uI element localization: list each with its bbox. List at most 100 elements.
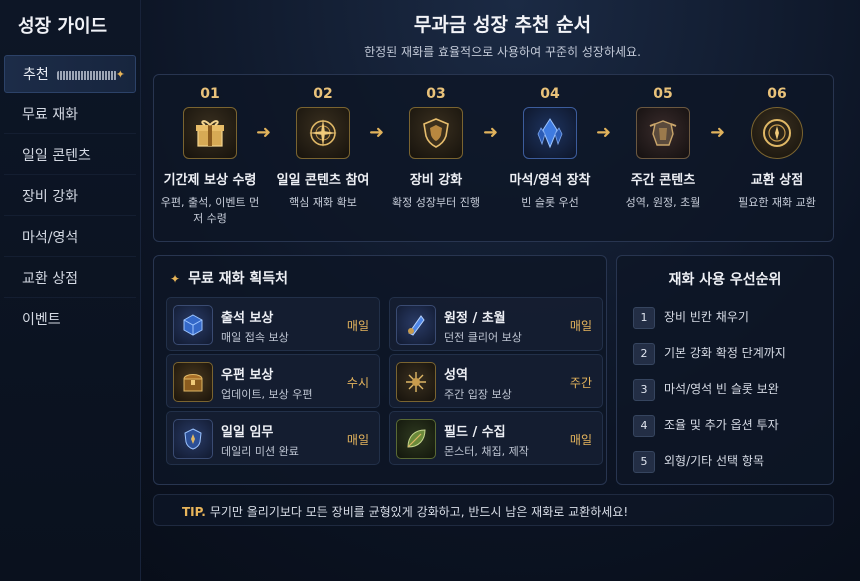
source-title: 필드 / 수집 xyxy=(444,425,506,440)
step-desc: 필요한 재화 교환 xyxy=(738,196,816,209)
step-name: 기간제 보상 수령 xyxy=(163,173,257,188)
page-subtitle: 한정된 재화를 효율적으로 사용하여 꾸준히 성장하세요. xyxy=(364,45,641,59)
leaf-icon xyxy=(396,419,436,459)
priority-panel: 재화 사용 우선순위 1 장비 빈칸 채우기 2 기본 강화 확정 단계까지 3 마석… xyxy=(616,255,834,485)
priority-item: 5 외형/기타 선택 항목 xyxy=(633,451,764,473)
priority-label: 기본 강화 확정 단계까지 xyxy=(664,346,786,360)
free-sources-title: ✦ 무료 재화 획득처 xyxy=(170,268,288,288)
source-frequency: 매일 xyxy=(569,433,592,447)
step-desc: 우편, 출석, 이벤트 먼저 수령 xyxy=(160,196,260,225)
source-desc: 매일 접속 보상 xyxy=(221,331,289,344)
priority-label: 장비 빈칸 채우기 xyxy=(664,310,749,324)
sidebar-item-label: 장비 강화 xyxy=(22,189,78,205)
compass-icon xyxy=(296,107,350,159)
source-title: 출석 보상 xyxy=(221,311,274,326)
priority-number: 2 xyxy=(633,343,655,365)
sidebar-item-exchange-shop[interactable]: 교환 상점 xyxy=(4,260,136,298)
emblem-icon xyxy=(751,107,803,159)
tip-message: 무기만 올리기보다 모든 장비를 균형있게 강화하고, 반드시 남은 재화로 교… xyxy=(209,505,629,519)
sidebar-item-label: 일일 콘텐츠 xyxy=(22,148,91,164)
source-desc: 던전 클리어 보상 xyxy=(444,331,522,344)
step-card: 05 주간 콘텐츠 성역, 원정, 초월 xyxy=(607,75,719,211)
priority-item: 3 마석/영석 빈 슬롯 보완 xyxy=(633,379,779,401)
source-card[interactable]: 필드 / 수집 몬스터, 채집, 제작 매일 xyxy=(389,411,603,465)
step-card: 02 일일 콘텐츠 참여 핵심 재화 확보 xyxy=(267,75,379,211)
source-frequency: 매일 xyxy=(346,433,369,447)
step-desc: 성역, 원정, 초월 xyxy=(625,196,701,209)
source-desc: 데일리 미션 완료 xyxy=(221,445,299,458)
star-icon: ✦ xyxy=(115,68,125,81)
step-card: 04 마석/영석 장착 빈 슬롯 우선 xyxy=(494,75,606,211)
step-card: 03 장비 강화 확정 성장부터 진행 xyxy=(380,75,492,211)
crystal-shard-icon xyxy=(396,305,436,345)
sidebar-item-label: 교환 상점 xyxy=(22,271,78,287)
priority-item: 1 장비 빈칸 채우기 xyxy=(633,307,749,329)
priority-number: 1 xyxy=(633,307,655,329)
redacted-text xyxy=(57,70,118,80)
source-desc: 주간 입장 보상 xyxy=(444,388,512,401)
step-name: 장비 강화 xyxy=(409,173,463,188)
sanctum-icon xyxy=(396,362,436,402)
shield-icon xyxy=(409,107,463,159)
cube-icon xyxy=(173,305,213,345)
sidebar-item-free-currency[interactable]: 무료 재화 xyxy=(4,96,136,134)
sidebar-item-label: 추천 xyxy=(23,67,49,83)
sidebar-title: 성장 가이드 xyxy=(18,16,108,37)
sidebar-item-daily-content[interactable]: 일일 콘텐츠 xyxy=(4,137,136,175)
source-frequency: 주간 xyxy=(569,376,592,390)
step-number: 04 xyxy=(540,86,560,102)
step-number: 02 xyxy=(313,86,333,102)
source-frequency: 수시 xyxy=(346,376,369,390)
priority-label: 외형/기타 선택 항목 xyxy=(664,454,764,468)
free-sources-panel: ✦ 무료 재화 획득처 출석 보상 매일 접속 보상 매일 원정 / 초월 던전 … xyxy=(153,255,607,485)
source-desc: 업데이트, 보상 우편 xyxy=(221,388,313,401)
sidebar-item-recommend[interactable]: 추천 ✦ xyxy=(4,55,136,93)
step-number: 06 xyxy=(767,86,787,102)
source-frequency: 매일 xyxy=(569,319,592,333)
step-number: 01 xyxy=(200,86,220,102)
source-card[interactable]: 일일 임무 데일리 미션 완료 매일 xyxy=(166,411,380,465)
tip-text: TIP. 무기만 올리기보다 모든 장비를 균형있게 강화하고, 반드시 남은 재… xyxy=(182,503,628,520)
armor-icon xyxy=(636,107,690,159)
crystal-icon xyxy=(523,107,577,159)
priority-item: 2 기본 강화 확정 단계까지 xyxy=(633,343,786,365)
priority-number: 3 xyxy=(633,379,655,401)
sidebar-item-magic-stone[interactable]: 마석/영석 xyxy=(4,219,136,257)
gift-icon xyxy=(183,107,237,159)
sidebar-item-label: 이벤트 xyxy=(22,312,61,328)
sidebar-item-equipment[interactable]: 장비 강화 xyxy=(4,178,136,216)
source-title: 일일 임무 xyxy=(221,425,274,440)
star-icon: ✦ xyxy=(170,272,181,286)
growth-steps-panel: 01 기간제 보상 수령 우편, 출석, 이벤트 먼저 수령 ➜ 02 일일 콘… xyxy=(153,74,834,242)
priority-title: 재화 사용 우선순위 xyxy=(668,272,782,288)
step-desc: 확정 성장부터 진행 xyxy=(392,196,480,209)
priority-number: 5 xyxy=(633,451,655,473)
step-desc: 빈 슬롯 우선 xyxy=(521,196,579,209)
page-title: 무과금 성장 추천 순서 xyxy=(413,14,592,36)
sidebar: 성장 가이드 추천 ✦ 무료 재화 일일 콘텐츠 장비 강화 마석/영석 교환 … xyxy=(0,0,141,581)
step-card: 01 기간제 보상 수령 우편, 출석, 이벤트 먼저 수령 xyxy=(154,75,266,227)
source-card[interactable]: 성역 주간 입장 보상 주간 xyxy=(389,354,603,408)
step-card: 06 교환 상점 필요한 재화 교환 xyxy=(721,75,833,211)
section-title-text: 무료 재화 획득처 xyxy=(188,271,288,287)
step-name: 주간 콘텐츠 xyxy=(630,173,696,188)
source-title: 성역 xyxy=(444,368,468,383)
chest-icon xyxy=(173,362,213,402)
source-title: 원정 / 초월 xyxy=(444,311,506,326)
step-desc: 핵심 재화 확보 xyxy=(289,196,357,209)
sidebar-item-label: 마석/영석 xyxy=(22,230,79,246)
step-name: 일일 콘텐츠 참여 xyxy=(276,173,370,188)
source-title: 우편 보상 xyxy=(221,368,274,383)
tip-bar: TIP. 무기만 올리기보다 모든 장비를 균형있게 강화하고, 반드시 남은 재… xyxy=(153,494,834,526)
sidebar-item-event[interactable]: 이벤트 xyxy=(4,301,136,339)
step-number: 05 xyxy=(653,86,673,102)
step-name: 교환 상점 xyxy=(750,173,804,188)
step-name: 마석/영석 장착 xyxy=(509,173,591,188)
tip-label: TIP. xyxy=(182,505,206,519)
priority-label: 마석/영석 빈 슬롯 보완 xyxy=(664,382,779,396)
source-card[interactable]: 출석 보상 매일 접속 보상 매일 xyxy=(166,297,380,351)
step-number: 03 xyxy=(426,86,446,102)
source-card[interactable]: 원정 / 초월 던전 클리어 보상 매일 xyxy=(389,297,603,351)
priority-label: 조율 및 추가 옵션 투자 xyxy=(664,418,779,432)
source-card[interactable]: 우편 보상 업데이트, 보상 우편 수시 xyxy=(166,354,380,408)
